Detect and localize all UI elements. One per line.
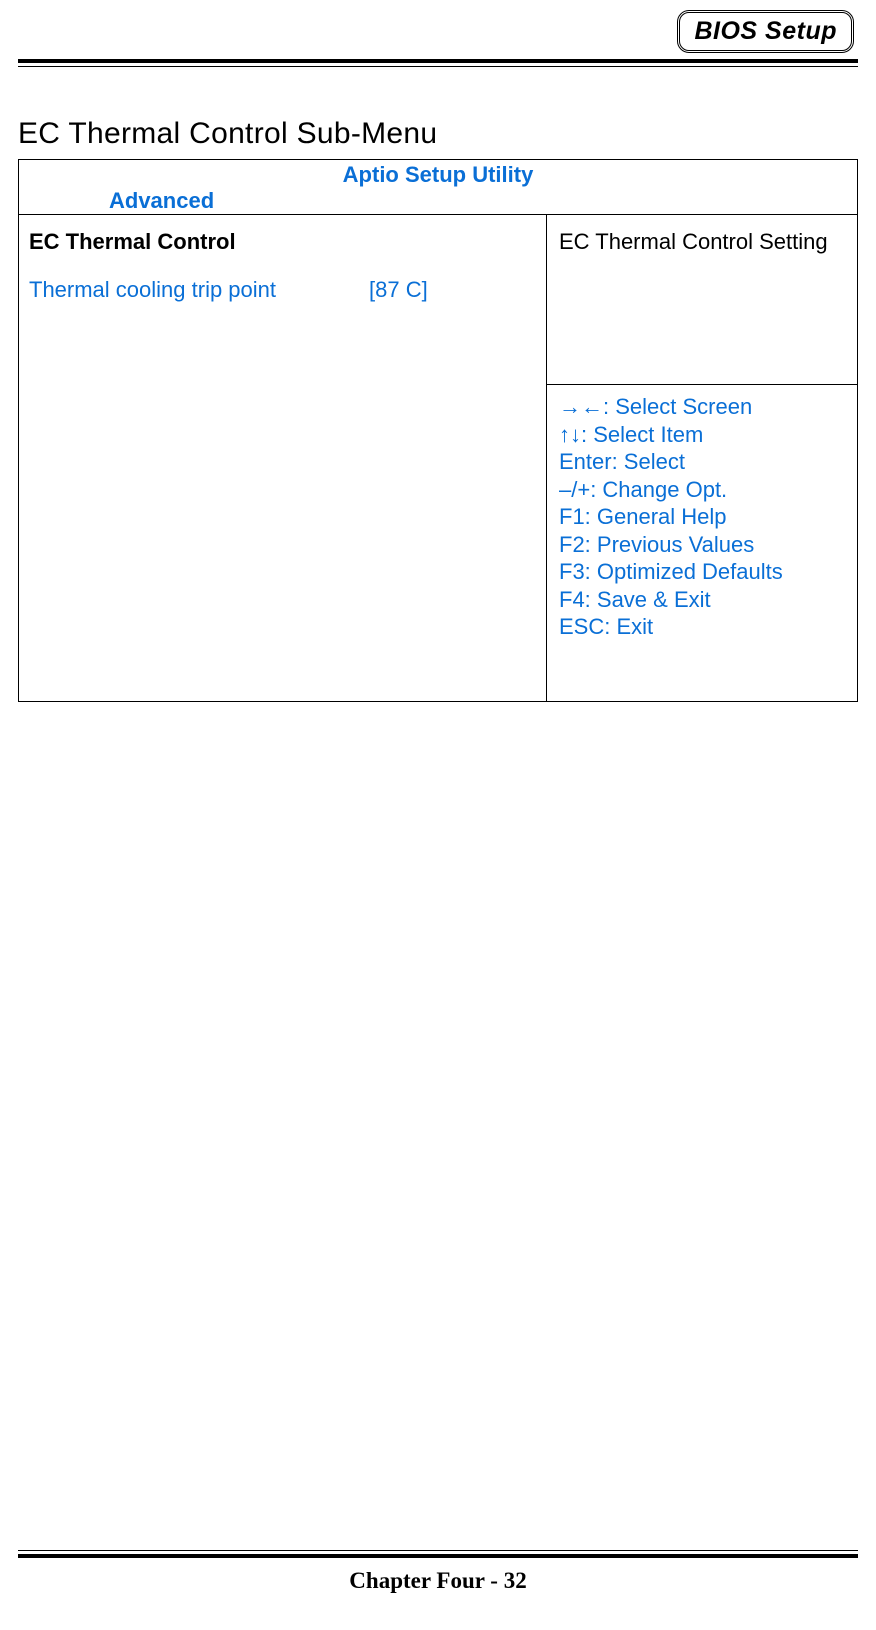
setting-thermal-cooling-trip-point[interactable]: Thermal cooling trip point [87 C] — [29, 277, 534, 303]
key-help-line: →←: Select Screen — [559, 393, 845, 421]
key-help-line: Enter: Select — [559, 448, 845, 476]
bios-utility-title: Aptio Setup Utility — [19, 160, 857, 188]
bios-setup-panel: Aptio Setup Utility Advanced EC Thermal … — [18, 159, 858, 702]
key-help-line: ↑↓: Select Item — [559, 421, 845, 449]
setting-description: EC Thermal Control Setting — [547, 215, 858, 385]
setting-value: [87 C] — [369, 277, 428, 303]
key-help-line: F3: Optimized Defaults — [559, 558, 845, 586]
bios-settings-pane: EC Thermal Control Thermal cooling trip … — [19, 215, 547, 702]
key-help-line: F1: General Help — [559, 503, 845, 531]
key-help-pane: →←: Select Screen ↑↓: Select Item Enter:… — [547, 385, 858, 702]
key-help-line: ESC: Exit — [559, 613, 845, 641]
key-help-line: F2: Previous Values — [559, 531, 845, 559]
key-help-line: –/+: Change Opt. — [559, 476, 845, 504]
header-rule — [18, 59, 858, 67]
setting-label: Thermal cooling trip point — [29, 277, 369, 303]
section-title: EC Thermal Control Sub-Menu — [18, 117, 858, 151]
footer-rule — [18, 1550, 858, 1558]
page-header-badge: BIOS Setup — [677, 10, 854, 53]
settings-group-title: EC Thermal Control — [29, 229, 534, 255]
key-help-line: F4: Save & Exit — [559, 586, 845, 614]
bios-tab-advanced[interactable]: Advanced — [19, 188, 857, 214]
bios-header-cell: Aptio Setup Utility Advanced — [19, 160, 858, 215]
page-footer: Chapter Four - 32 — [18, 1568, 858, 1594]
